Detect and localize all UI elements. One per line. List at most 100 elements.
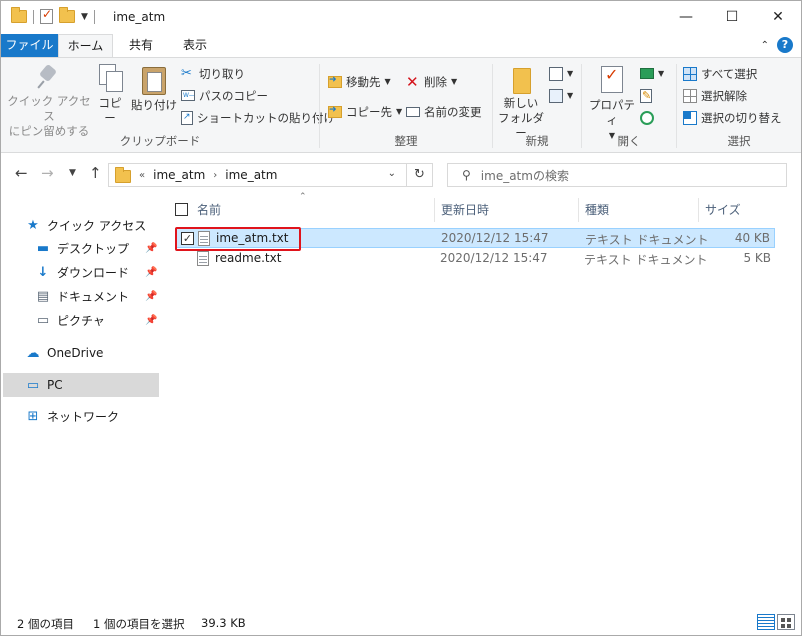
copy-path-button[interactable]: W— パスのコピー xyxy=(181,86,268,105)
new-folder-qat-icon[interactable] xyxy=(59,7,75,23)
history-button[interactable] xyxy=(640,108,654,127)
nav-item-documents[interactable]: ▤ ドキュメント 📌 xyxy=(35,284,159,308)
nav-quick-access[interactable]: ★ クイック アクセス xyxy=(25,213,159,237)
address-dropdown-icon[interactable]: ⌄ xyxy=(388,168,396,179)
move-to-button[interactable]: 移動先 ▼ xyxy=(328,72,391,91)
select-all-checkbox[interactable] xyxy=(175,203,188,216)
nav-label: ダウンロード xyxy=(57,265,130,280)
breadcrumb-part[interactable]: ime_atm xyxy=(225,168,277,182)
cut-button[interactable]: ✂ 切り取り xyxy=(181,64,245,83)
open-group: プロパティ ▼ ▼ 開く xyxy=(582,58,676,153)
paste-shortcut-label: ショートカットの貼り付け xyxy=(197,110,335,125)
delete-label: 削除 xyxy=(424,74,447,89)
breadcrumb-overflow[interactable]: « xyxy=(139,170,145,181)
easy-access-icon xyxy=(549,88,563,103)
open-button[interactable]: ▼ xyxy=(640,64,664,83)
nav-label: OneDrive xyxy=(47,346,104,360)
chevron-right-icon[interactable]: › xyxy=(213,170,217,181)
column-type[interactable]: 種類 xyxy=(579,198,699,222)
tab-file[interactable]: ファイル xyxy=(1,34,58,57)
column-name[interactable]: 名前 xyxy=(169,198,435,222)
refresh-button[interactable]: ↻ xyxy=(407,163,433,187)
properties-button[interactable]: プロパティ ▼ xyxy=(586,64,638,143)
nav-pc[interactable]: ▭ PC xyxy=(3,373,159,397)
close-button[interactable]: ✕ xyxy=(755,1,801,33)
copy-path-label: パスのコピー xyxy=(199,88,268,103)
copy-button[interactable]: コピー xyxy=(93,64,127,126)
nav-onedrive[interactable]: ☁ OneDrive xyxy=(25,341,159,365)
rename-button[interactable]: 名前の変更 xyxy=(406,102,482,121)
column-header: 名前 更新日時 種類 サイズ xyxy=(169,198,777,222)
cloud-icon: ☁ xyxy=(26,345,40,361)
new-item-button[interactable]: ▼ xyxy=(549,64,573,83)
open-icon xyxy=(640,68,654,79)
easy-access-button[interactable]: ▼ xyxy=(549,86,573,105)
address-bar[interactable]: « ime_atm › ime_atm ⌄ xyxy=(108,163,407,187)
up-arrow-icon[interactable]: ↑ xyxy=(89,164,102,182)
column-modified[interactable]: 更新日時 xyxy=(435,198,579,222)
tab-home[interactable]: ホーム xyxy=(58,34,113,57)
tab-view[interactable]: 表示 xyxy=(173,34,217,57)
open-dropdown-icon: ▼ xyxy=(658,69,665,78)
delete-dropdown-icon: ▼ xyxy=(451,77,458,86)
minimize-button[interactable]: — xyxy=(663,1,709,33)
column-size[interactable]: サイズ xyxy=(699,198,777,222)
documents-icon: ▤ xyxy=(36,288,50,304)
paste-label: 貼り付け xyxy=(131,98,177,112)
tab-share[interactable]: 共有 xyxy=(121,34,161,57)
cut-label: 切り取り xyxy=(199,66,245,81)
status-bar: 2 個の項目 1 個の項目を選択 39.3 KB xyxy=(1,607,801,635)
customize-qat-dropdown-icon[interactable]: ▼ xyxy=(81,12,88,22)
move-to-icon xyxy=(328,75,342,88)
column-size-label: サイズ xyxy=(705,203,741,217)
nav-item-downloads[interactable]: ↓ ダウンロード 📌 xyxy=(35,260,159,284)
delete-button[interactable]: ✕ 削除 ▼ xyxy=(406,72,457,91)
properties-qat-icon[interactable] xyxy=(40,7,53,24)
pin-icon: 📌 xyxy=(145,242,158,254)
copy-label: コピー xyxy=(98,96,122,125)
pin-to-quick-access-button[interactable]: クイック アクセス にピン留めする xyxy=(7,64,91,139)
select-group: すべて選択 選択解除 選択の切り替え 選択 xyxy=(677,58,801,153)
file-modified: 2020/12/12 15:47 xyxy=(440,251,548,265)
file-name[interactable]: readme.txt xyxy=(215,251,281,265)
back-arrow-icon[interactable]: ← xyxy=(15,164,28,182)
nav-item-pictures[interactable]: ▭ ピクチャ 📌 xyxy=(35,308,159,332)
new-folder-button[interactable]: 新しい フォルダー xyxy=(497,64,545,141)
search-placeholder[interactable]: ime_atmの検索 xyxy=(481,167,569,184)
organize-group-label: 整理 xyxy=(394,134,418,148)
paste-shortcut-button[interactable]: ショートカットの貼り付け xyxy=(181,108,335,127)
collapse-ribbon-icon[interactable]: ⌃ xyxy=(761,40,769,51)
file-row[interactable]: readme.txt 2020/12/12 15:47 テキスト ドキュメント … xyxy=(175,249,775,269)
copy-to-icon xyxy=(328,105,342,118)
invert-selection-button[interactable]: 選択の切り替え xyxy=(683,108,782,127)
select-none-icon xyxy=(683,88,697,103)
large-icons-view-icon[interactable] xyxy=(777,614,795,630)
maximize-button[interactable]: ☐ xyxy=(709,1,755,33)
copy-to-button[interactable]: コピー先 ▼ xyxy=(328,102,402,121)
copy-icon xyxy=(97,64,123,92)
new-group-label: 新規 xyxy=(525,134,549,148)
select-all-label: すべて選択 xyxy=(701,66,758,81)
new-group: 新しい フォルダー ▼ ▼ 新規 xyxy=(493,58,581,153)
select-none-button[interactable]: 選択解除 xyxy=(683,86,747,105)
paste-button[interactable]: 貼り付け xyxy=(131,64,177,113)
search-box[interactable]: ⚲ ime_atmの検索 xyxy=(447,163,787,187)
open-group-label: 開く xyxy=(617,134,641,148)
help-icon[interactable]: ? xyxy=(777,37,793,53)
edit-button[interactable] xyxy=(640,86,652,105)
new-folder-label-line1: 新しい xyxy=(503,96,539,110)
nav-label: ピクチャ xyxy=(57,313,105,328)
select-all-button[interactable]: すべて選択 xyxy=(683,64,757,83)
nav-item-desktop[interactable]: ▬ デスクトップ 📌 xyxy=(35,236,159,260)
breadcrumb-part[interactable]: ime_atm xyxy=(153,168,205,182)
status-selection-size: 39.3 KB xyxy=(201,616,246,630)
properties-icon xyxy=(598,64,626,94)
star-icon: ★ xyxy=(27,217,39,233)
nav-network[interactable]: ⊞ ネットワーク xyxy=(25,404,159,428)
forward-arrow-icon[interactable]: → xyxy=(41,164,54,182)
file-size: 5 KB xyxy=(743,251,771,265)
details-view-icon[interactable] xyxy=(757,614,775,630)
navigation-bar: ← → ▼ ↑ « ime_atm › ime_atm ⌄ ↻ ⚲ ime_at… xyxy=(1,154,801,194)
pin-icon: 📌 xyxy=(145,266,158,278)
recent-locations-chevron-icon[interactable]: ▼ xyxy=(69,168,76,178)
